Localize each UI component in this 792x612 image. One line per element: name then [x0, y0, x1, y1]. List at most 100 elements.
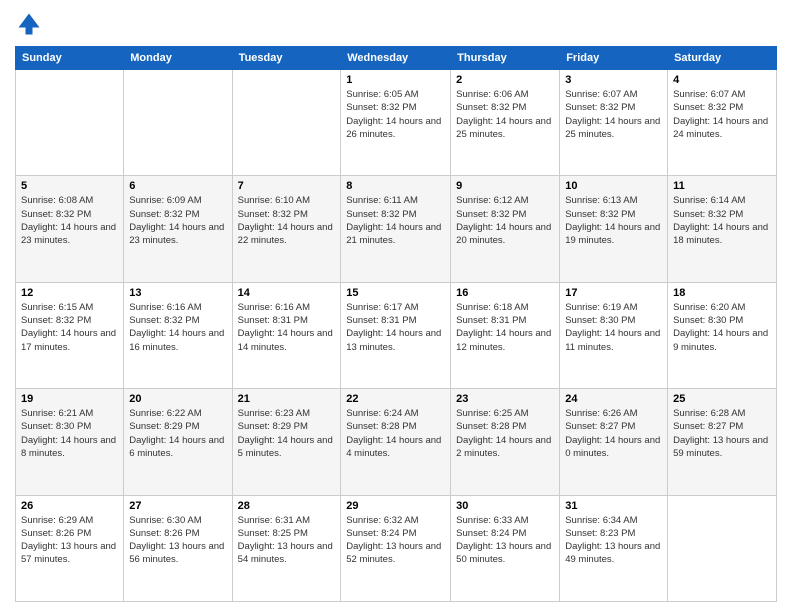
day-number: 3: [565, 74, 662, 86]
col-header-monday: Monday: [124, 47, 232, 70]
day-cell: 30Sunrise: 6:33 AM Sunset: 8:24 PM Dayli…: [451, 495, 560, 601]
day-info: Sunrise: 6:29 AM Sunset: 8:26 PM Dayligh…: [21, 514, 118, 567]
day-cell: 2 Sunrise: 6:06 AM Sunset: 8:32 PM Daylig…: [451, 70, 560, 176]
day-info: Sunrise: 6:05 AM Sunset: 8:32 PM Dayligh…: [346, 88, 445, 141]
day-info: Sunrise: 6:26 AM Sunset: 8:27 PM Dayligh…: [565, 407, 662, 460]
week-row-2: 5 Sunrise: 6:08 AM Sunset: 8:32 PM Daylig…: [16, 176, 777, 282]
day-info: Sunrise: 6:23 AM Sunset: 8:29 PM Dayligh…: [238, 407, 336, 460]
day-info: Sunrise: 6:19 AM Sunset: 8:30 PM Dayligh…: [565, 301, 662, 354]
day-cell: 23 Sunrise: 6:25 AM Sunset: 8:28 PM Dayli…: [451, 389, 560, 495]
day-cell: 6 Sunrise: 6:09 AM Sunset: 8:32 PM Daylig…: [124, 176, 232, 282]
day-cell: [124, 70, 232, 176]
day-info: Sunrise: 6:32 AM Sunset: 8:24 PM Dayligh…: [346, 514, 445, 567]
day-cell: 24 Sunrise: 6:26 AM Sunset: 8:27 PM Dayli…: [560, 389, 668, 495]
day-cell: 12 Sunrise: 6:15 AM Sunset: 8:32 PM Dayli…: [16, 282, 124, 388]
day-cell: 9Sunrise: 6:12 AM Sunset: 8:32 PM Daylig…: [451, 176, 560, 282]
calendar-header-row: SundayMondayTuesdayWednesdayThursdayFrid…: [16, 47, 777, 70]
day-info: Sunrise: 6:13 AM Sunset: 8:32 PM Dayligh…: [565, 194, 662, 247]
day-number: 24: [565, 393, 662, 405]
day-number: 25: [673, 393, 771, 405]
day-cell: 1 Sunrise: 6:05 AM Sunset: 8:32 PM Daylig…: [341, 70, 451, 176]
day-info: Sunrise: 6:20 AM Sunset: 8:30 PM Dayligh…: [673, 301, 771, 354]
day-number: 19: [21, 393, 118, 405]
day-cell: 17 Sunrise: 6:19 AM Sunset: 8:30 PM Dayli…: [560, 282, 668, 388]
day-number: 22: [346, 393, 445, 405]
day-number: 10: [565, 180, 662, 192]
day-cell: 31 Sunrise: 6:34 AM Sunset: 8:23 PM Dayli…: [560, 495, 668, 601]
day-cell: 22 Sunrise: 6:24 AM Sunset: 8:28 PM Dayli…: [341, 389, 451, 495]
day-info: Sunrise: 6:07 AM Sunset: 8:32 PM Dayligh…: [673, 88, 771, 141]
col-header-thursday: Thursday: [451, 47, 560, 70]
day-info: Sunrise: 6:16 AM Sunset: 8:32 PM Dayligh…: [129, 301, 226, 354]
day-info: Sunrise: 6:22 AM Sunset: 8:29 PM Dayligh…: [129, 407, 226, 460]
day-cell: 5 Sunrise: 6:08 AM Sunset: 8:32 PM Daylig…: [16, 176, 124, 282]
day-number: 1: [346, 74, 445, 86]
week-row-3: 12 Sunrise: 6:15 AM Sunset: 8:32 PM Dayli…: [16, 282, 777, 388]
day-cell: 8 Sunrise: 6:11 AM Sunset: 8:32 PM Daylig…: [341, 176, 451, 282]
day-number: 15: [346, 287, 445, 299]
day-info: Sunrise: 6:08 AM Sunset: 8:32 PM Dayligh…: [21, 194, 118, 247]
day-info: Sunrise: 6:24 AM Sunset: 8:28 PM Dayligh…: [346, 407, 445, 460]
day-info: Sunrise: 6:09 AM Sunset: 8:32 PM Dayligh…: [129, 194, 226, 247]
day-number: 2: [456, 74, 554, 86]
day-cell: [232, 70, 341, 176]
day-cell: 15 Sunrise: 6:17 AM Sunset: 8:31 PM Dayli…: [341, 282, 451, 388]
day-number: 4: [673, 74, 771, 86]
day-number: 12: [21, 287, 118, 299]
day-cell: 27Sunrise: 6:30 AM Sunset: 8:26 PM Dayli…: [124, 495, 232, 601]
day-number: 28: [238, 500, 336, 512]
day-cell: 28Sunrise: 6:31 AM Sunset: 8:25 PM Dayli…: [232, 495, 341, 601]
day-info: Sunrise: 6:18 AM Sunset: 8:31 PM Dayligh…: [456, 301, 554, 354]
day-cell: 14 Sunrise: 6:16 AM Sunset: 8:31 PM Dayli…: [232, 282, 341, 388]
col-header-sunday: Sunday: [16, 47, 124, 70]
day-info: Sunrise: 6:21 AM Sunset: 8:30 PM Dayligh…: [21, 407, 118, 460]
calendar-table: SundayMondayTuesdayWednesdayThursdayFrid…: [15, 46, 777, 602]
day-number: 23: [456, 393, 554, 405]
day-cell: 21 Sunrise: 6:23 AM Sunset: 8:29 PM Dayli…: [232, 389, 341, 495]
day-number: 27: [129, 500, 226, 512]
day-cell: 25 Sunrise: 6:28 AM Sunset: 8:27 PM Dayli…: [668, 389, 777, 495]
day-info: Sunrise: 6:17 AM Sunset: 8:31 PM Dayligh…: [346, 301, 445, 354]
day-cell: 13 Sunrise: 6:16 AM Sunset: 8:32 PM Dayli…: [124, 282, 232, 388]
day-number: 17: [565, 287, 662, 299]
day-number: 11: [673, 180, 771, 192]
day-info: Sunrise: 6:16 AM Sunset: 8:31 PM Dayligh…: [238, 301, 336, 354]
week-row-4: 19 Sunrise: 6:21 AM Sunset: 8:30 PM Dayli…: [16, 389, 777, 495]
day-info: Sunrise: 6:11 AM Sunset: 8:32 PM Dayligh…: [346, 194, 445, 247]
day-number: 26: [21, 500, 118, 512]
day-number: 16: [456, 287, 554, 299]
day-info: Sunrise: 6:25 AM Sunset: 8:28 PM Dayligh…: [456, 407, 554, 460]
day-info: Sunrise: 6:14 AM Sunset: 8:32 PM Dayligh…: [673, 194, 771, 247]
day-cell: 16 Sunrise: 6:18 AM Sunset: 8:31 PM Dayli…: [451, 282, 560, 388]
day-cell: 7Sunrise: 6:10 AM Sunset: 8:32 PM Daylig…: [232, 176, 341, 282]
day-info: Sunrise: 6:06 AM Sunset: 8:32 PM Dayligh…: [456, 88, 554, 141]
col-header-wednesday: Wednesday: [341, 47, 451, 70]
week-row-5: 26 Sunrise: 6:29 AM Sunset: 8:26 PM Dayli…: [16, 495, 777, 601]
logo-icon: [15, 10, 43, 38]
day-cell: [16, 70, 124, 176]
week-row-1: 1 Sunrise: 6:05 AM Sunset: 8:32 PM Daylig…: [16, 70, 777, 176]
day-number: 14: [238, 287, 336, 299]
day-cell: 19 Sunrise: 6:21 AM Sunset: 8:30 PM Dayli…: [16, 389, 124, 495]
col-header-friday: Friday: [560, 47, 668, 70]
day-number: 8: [346, 180, 445, 192]
day-cell: [668, 495, 777, 601]
day-cell: 29Sunrise: 6:32 AM Sunset: 8:24 PM Dayli…: [341, 495, 451, 601]
day-cell: 26 Sunrise: 6:29 AM Sunset: 8:26 PM Dayli…: [16, 495, 124, 601]
day-info: Sunrise: 6:15 AM Sunset: 8:32 PM Dayligh…: [21, 301, 118, 354]
header: [15, 10, 777, 38]
day-info: Sunrise: 6:10 AM Sunset: 8:32 PM Dayligh…: [238, 194, 336, 247]
day-info: Sunrise: 6:34 AM Sunset: 8:23 PM Dayligh…: [565, 514, 662, 567]
col-header-tuesday: Tuesday: [232, 47, 341, 70]
day-cell: 10 Sunrise: 6:13 AM Sunset: 8:32 PM Dayli…: [560, 176, 668, 282]
day-number: 13: [129, 287, 226, 299]
day-cell: 18 Sunrise: 6:20 AM Sunset: 8:30 PM Dayli…: [668, 282, 777, 388]
day-number: 5: [21, 180, 118, 192]
day-number: 18: [673, 287, 771, 299]
day-number: 6: [129, 180, 226, 192]
day-number: 20: [129, 393, 226, 405]
day-number: 21: [238, 393, 336, 405]
day-number: 9: [456, 180, 554, 192]
day-info: Sunrise: 6:28 AM Sunset: 8:27 PM Dayligh…: [673, 407, 771, 460]
day-number: 31: [565, 500, 662, 512]
